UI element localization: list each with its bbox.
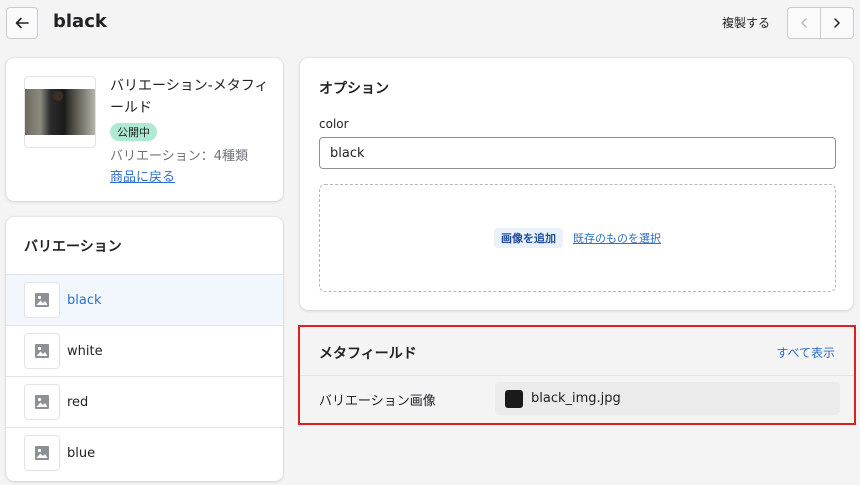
product-photo (25, 89, 95, 135)
image-icon (35, 446, 49, 460)
product-name: バリエーション-メタフィールド (110, 78, 269, 116)
image-dropzone[interactable]: 画像を追加 既存のものを選択 (319, 184, 836, 292)
show-all-link[interactable]: すべて表示 (776, 344, 835, 361)
file-name: black_img.jpg (531, 391, 621, 406)
chevron-left-icon (801, 18, 807, 28)
previous-button[interactable] (788, 8, 820, 38)
variation-label: blue (67, 445, 96, 461)
image-icon (35, 395, 49, 409)
metafields-heading: メタフィールド (319, 346, 417, 362)
variation-label: white (67, 343, 103, 359)
file-thumbnail (505, 389, 523, 408)
variation-item-white[interactable]: white (6, 325, 283, 376)
divider (300, 375, 854, 376)
options-card: オプション color black 画像を追加 既存のものを選択 (300, 58, 853, 310)
variation-item-red[interactable]: red (6, 376, 283, 427)
add-image-button[interactable]: 画像を追加 (494, 228, 563, 248)
image-placeholder (24, 333, 60, 369)
metafields-section: メタフィールド すべて表示 バリエーション画像 black_img.jpg (298, 325, 856, 425)
variation-item-blue[interactable]: blue (6, 427, 283, 478)
status-badge: 公開中 (110, 123, 157, 141)
arrow-left-icon (15, 17, 29, 29)
image-placeholder (24, 435, 60, 471)
image-icon (35, 293, 49, 307)
image-icon (35, 344, 49, 358)
variation-label: red (67, 394, 89, 410)
duplicate-button[interactable]: 複製する (722, 14, 770, 31)
image-placeholder (24, 282, 60, 318)
product-summary-card: バリエーション-メタフィールド 公開中 バリエーション：4種類 商品に戻る (6, 58, 283, 201)
variations-heading: バリエーション (24, 239, 122, 255)
variations-card: バリエーション black white red blue (6, 217, 283, 481)
variation-label: black (67, 292, 102, 308)
variant-count: バリエーション：4種類 (110, 149, 249, 164)
back-button[interactable] (6, 7, 38, 39)
page-title: black (53, 11, 107, 32)
back-to-product-link[interactable]: 商品に戻る (110, 166, 175, 185)
next-button[interactable] (820, 8, 853, 38)
product-thumbnail[interactable] (24, 76, 96, 148)
pagination (787, 7, 854, 39)
color-input[interactable]: black (319, 137, 836, 169)
color-field-label: color (319, 117, 349, 131)
options-heading: オプション (319, 81, 389, 97)
metafield-value-field[interactable]: black_img.jpg (495, 382, 840, 415)
variations-list: black white red blue (6, 274, 283, 478)
chevron-right-icon (834, 18, 840, 28)
metafield-label: バリエーション画像 (319, 394, 436, 409)
image-placeholder (24, 384, 60, 420)
select-existing-link[interactable]: 既存のものを選択 (573, 230, 661, 246)
variation-item-black[interactable]: black (6, 274, 283, 325)
